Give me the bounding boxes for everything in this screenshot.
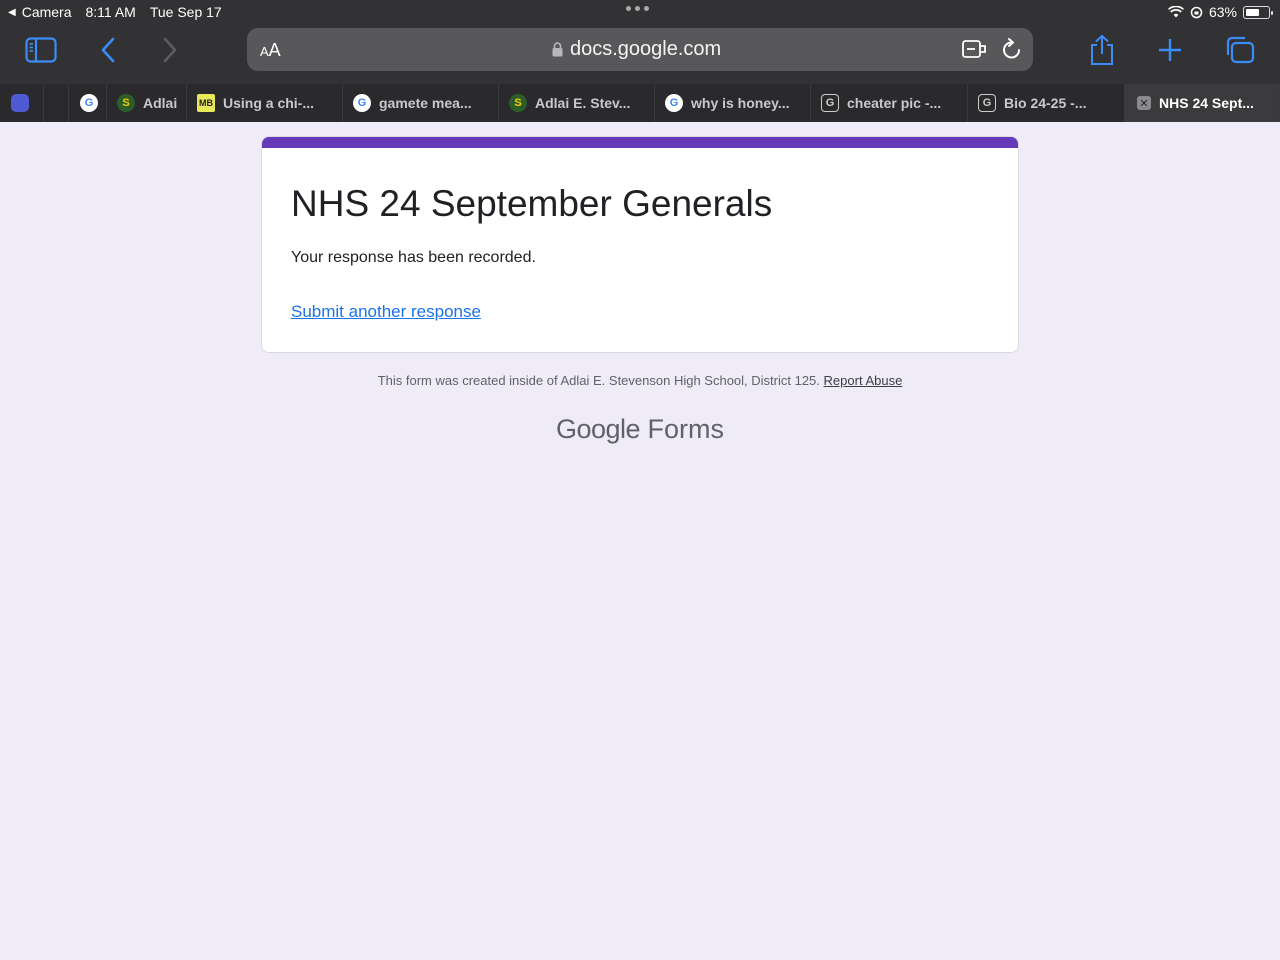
- tab-nhs-active[interactable]: ✕ NHS 24 Sept...: [1125, 84, 1280, 122]
- back-button[interactable]: [88, 32, 128, 68]
- tab-bio[interactable]: G Bio 24-25 -...: [968, 84, 1125, 122]
- chevron-right-icon: [163, 37, 177, 63]
- confirmation-message: Your response has been recorded.: [291, 249, 536, 266]
- tab-group[interactable]: [0, 84, 44, 122]
- tab-cheater-pic[interactable]: G cheater pic -...: [811, 84, 968, 122]
- tab-adlai[interactable]: S Adlai: [107, 84, 187, 122]
- sidebar-toggle-button[interactable]: [21, 32, 61, 68]
- chevron-left-icon: [101, 37, 115, 63]
- report-abuse-link[interactable]: Report Abuse: [824, 373, 903, 388]
- school-logo-icon: S: [117, 94, 135, 112]
- form-footer: This form was created inside of Adlai E.…: [0, 373, 1280, 388]
- page-settings-button[interactable]: AA: [260, 40, 281, 61]
- tab-adlai-stevenson[interactable]: S Adlai E. Stev...: [499, 84, 655, 122]
- tabs-icon: [1226, 36, 1255, 64]
- multitasking-dots-icon[interactable]: [626, 6, 649, 11]
- tab-label: Adlai E. Stev...: [535, 95, 631, 111]
- tab-label: NHS 24 Sept...: [1159, 95, 1254, 111]
- forward-button[interactable]: [150, 32, 190, 68]
- lock-icon: [552, 42, 563, 57]
- orientation-lock-icon: [1190, 6, 1203, 18]
- share-icon: [1091, 34, 1113, 65]
- g-box-icon: G: [821, 94, 839, 112]
- google-icon: G: [80, 94, 98, 112]
- back-app-label[interactable]: Camera: [22, 4, 72, 20]
- tab-honey[interactable]: G why is honey...: [655, 84, 811, 122]
- sidebar-icon: [25, 37, 57, 63]
- new-tab-button[interactable]: [1150, 32, 1190, 68]
- google-icon: G: [665, 94, 683, 112]
- brand-forms: Forms: [647, 414, 725, 444]
- battery-icon: [1243, 5, 1273, 19]
- form-title: NHS 24 September Generals: [291, 183, 773, 224]
- mb-icon: MB: [197, 94, 215, 112]
- tab-label: Adlai: [143, 95, 178, 111]
- tab-label: gamete mea...: [379, 95, 472, 111]
- close-tab-icon[interactable]: ✕: [1137, 96, 1151, 110]
- school-logo-icon: S: [509, 94, 527, 112]
- status-date: Tue Sep 17: [149, 4, 222, 20]
- tab-using-a-chi[interactable]: MB Using a chi-...: [187, 84, 343, 122]
- google-icon: G: [353, 94, 371, 112]
- tab-gamete[interactable]: G gamete mea...: [343, 84, 499, 122]
- reload-icon[interactable]: [1001, 37, 1023, 61]
- back-to-app-icon[interactable]: ◀: [8, 7, 16, 18]
- tab-blank[interactable]: [44, 84, 69, 122]
- address-bar[interactable]: AA docs.google.com: [247, 28, 1033, 71]
- share-button[interactable]: [1082, 32, 1122, 68]
- status-bar: ◀ Camera 8:11 AM Tue Sep 17 63%: [0, 0, 1280, 24]
- form-card: NHS 24 September Generals Your response …: [261, 136, 1019, 353]
- footer-notice: This form was created inside of Adlai E.…: [377, 373, 820, 388]
- tab-label: Bio 24-25 -...: [1004, 95, 1087, 111]
- tab-label: why is honey...: [691, 95, 790, 111]
- tab-label: Using a chi-...: [223, 95, 315, 111]
- extension-icon[interactable]: [961, 37, 987, 61]
- status-time: 8:11 AM: [85, 4, 136, 20]
- grouped-tabs-icon: [11, 94, 29, 112]
- tab-google-1[interactable]: G: [69, 84, 107, 122]
- plus-icon: [1159, 39, 1181, 61]
- tab-bar: G S Adlai MB Using a chi-... G gamete me…: [0, 84, 1280, 122]
- google-forms-logo[interactable]: Google Forms: [0, 414, 1280, 445]
- browser-toolbar: AA docs.google.com: [0, 24, 1280, 84]
- url-text[interactable]: docs.google.com: [570, 38, 721, 61]
- g-box-icon: G: [978, 94, 996, 112]
- form-accent-bar: [262, 137, 1018, 148]
- battery-percent: 63%: [1208, 4, 1237, 20]
- wifi-icon: [1167, 6, 1184, 18]
- tab-label: cheater pic -...: [847, 95, 942, 111]
- submit-another-response-link[interactable]: Submit another response: [291, 302, 481, 322]
- tab-overview-button[interactable]: [1220, 32, 1260, 68]
- brand-google: Google: [555, 414, 641, 444]
